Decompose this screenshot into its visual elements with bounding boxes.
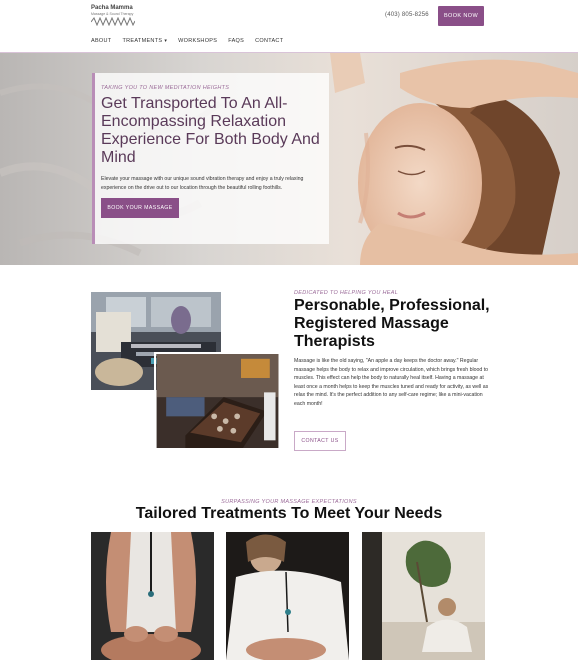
back-massage-photo: [91, 532, 214, 660]
about-text: Massage is like the old saying, "An appl…: [294, 358, 489, 407]
treatment-card[interactable]: [226, 532, 349, 660]
book-your-massage-button[interactable]: BOOK YOUR MASSAGE: [101, 198, 179, 218]
chevron-down-icon: ▾: [164, 38, 168, 44]
logo-waves-icon: [91, 17, 135, 26]
nav-item-faqs[interactable]: FAQS: [228, 38, 244, 44]
therapist-massage-photo: [226, 532, 349, 660]
nav-label: TREATMENTS: [122, 38, 163, 44]
phone-number[interactable]: (403) 805-8256: [385, 12, 429, 18]
treatment-card[interactable]: [91, 532, 214, 660]
logo[interactable]: Pacha Mamma Massage & Sound Therapy: [91, 5, 137, 27]
book-now-button[interactable]: BOOK NOW: [438, 6, 484, 26]
nav-item-workshops[interactable]: WORKSHOPS: [178, 38, 217, 44]
nav-label: ABOUT: [91, 38, 112, 44]
hero-section: TAKING YOU TO NEW MEDITATION HEIGHTS Get…: [0, 53, 578, 265]
nav-label: WORKSHOPS: [178, 38, 218, 44]
site-header: Pacha Mamma Massage & Sound Therapy (403…: [0, 0, 578, 52]
hero-card: TAKING YOU TO NEW MEDITATION HEIGHTS Get…: [92, 73, 329, 244]
treatments-title: Tailored Treatments To Meet Your Needs: [135, 505, 443, 522]
contact-us-button[interactable]: CONTACT US: [294, 431, 346, 451]
nav-item-treatments[interactable]: TREATMENTS ▾: [122, 38, 167, 44]
logo-title: Pacha Mamma: [91, 5, 133, 11]
treatment-card[interactable]: [362, 532, 485, 660]
about-title: Personable, Professional, Registered Mas…: [294, 297, 490, 350]
nav-item-contact[interactable]: CONTACT: [255, 38, 283, 44]
nav-label: CONTACT: [255, 38, 284, 44]
logo-subtitle: Massage & Sound Therapy: [91, 12, 134, 16]
meditation-photo: [362, 532, 485, 660]
nav-label: FAQS: [228, 38, 245, 44]
hero-eyebrow: TAKING YOU TO NEW MEDITATION HEIGHTS: [101, 85, 230, 91]
treatment-room-photo: [154, 352, 281, 450]
main-nav: ABOUT TREATMENTS ▾ WORKSHOPS FAQS CONTACT: [91, 38, 283, 44]
nav-item-about[interactable]: ABOUT: [91, 38, 111, 44]
about-eyebrow: DEDICATED TO HELPING YOU HEAL: [294, 290, 399, 296]
hero-text: Elevate your massage with our unique sou…: [101, 176, 304, 191]
hero-title: Get Transported To An All-Encompassing R…: [101, 95, 320, 166]
